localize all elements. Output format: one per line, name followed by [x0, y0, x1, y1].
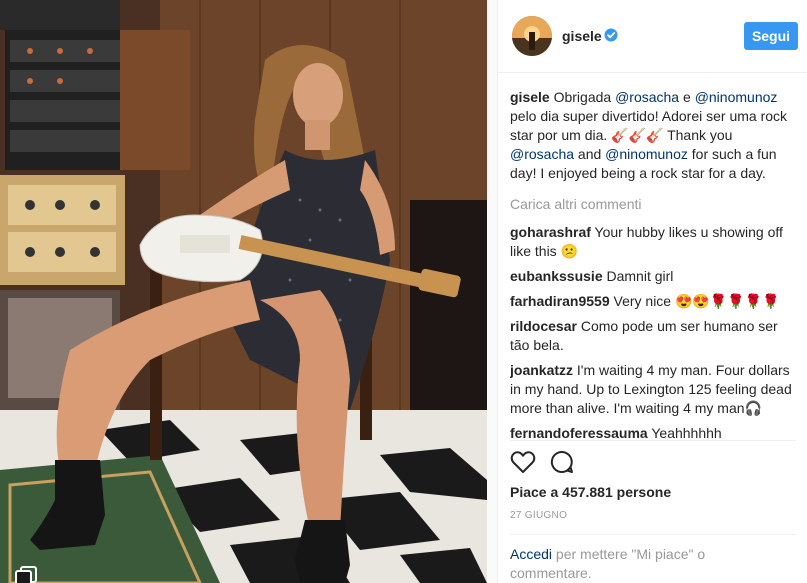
- caption-text-2: e: [679, 89, 695, 105]
- divider: [510, 440, 796, 441]
- post-date: 27 GIUGNO: [510, 510, 568, 521]
- comment-username[interactable]: eubankssusie: [510, 268, 603, 284]
- comment-bubble-icon[interactable]: [550, 450, 574, 474]
- photo-illustration: [0, 0, 487, 583]
- comment-text: Yeahhhhhh: [647, 425, 722, 440]
- list-item: farhadiran9559 Very nice 😍😍🌹🌹🌹🌹: [510, 292, 796, 311]
- mention-link[interactable]: @rosacha: [615, 89, 679, 105]
- post-photo[interactable]: [0, 0, 487, 583]
- follow-button[interactable]: Segui: [744, 22, 798, 50]
- mention-link[interactable]: @ninomunoz: [695, 89, 778, 105]
- caption-text-1: Obrigada: [549, 89, 616, 105]
- mention-link[interactable]: @rosacha: [510, 146, 574, 162]
- heart-icon[interactable]: [510, 450, 536, 474]
- caption-text-4: and: [574, 146, 606, 162]
- comments-list: gisele Obrigada @rosacha e @ninomunoz pe…: [510, 88, 796, 440]
- caption: gisele Obrigada @rosacha e @ninomunoz pe…: [510, 88, 796, 183]
- post-sidebar: gisele Segui gisele Obrigada @rosacha e …: [497, 0, 807, 583]
- list-item: rildocesar Como pode um ser humano ser t…: [510, 317, 796, 355]
- avatar[interactable]: [512, 16, 552, 56]
- mention-link[interactable]: @ninomunoz: [605, 146, 688, 162]
- comment-username[interactable]: goharashraf: [510, 224, 591, 240]
- list-item: eubankssusie Damnit girl: [510, 267, 796, 286]
- avatar-image: [512, 16, 552, 56]
- list-item: joankatzz I'm waiting 4 my man. Four dol…: [510, 361, 796, 418]
- comment-text: Damnit girl: [602, 268, 674, 284]
- comment-username[interactable]: farhadiran9559: [510, 293, 610, 309]
- header-username[interactable]: gisele: [562, 28, 602, 44]
- verified-badge-icon: [604, 28, 618, 42]
- comment-text: Very nice 😍😍🌹🌹🌹🌹: [609, 293, 780, 309]
- login-prompt: Accedi per mettere "Mi piace" o commenta…: [510, 545, 730, 583]
- likes-count[interactable]: Piace a 457.881 persone: [510, 484, 671, 500]
- list-item: fernandoferessauma Yeahhhhhh: [510, 424, 796, 440]
- caption-username[interactable]: gisele: [510, 89, 550, 105]
- load-more-comments[interactable]: Carica altri commenti: [510, 195, 796, 214]
- divider: [510, 534, 796, 535]
- comment-username[interactable]: fernandoferessauma: [510, 425, 648, 440]
- comment-username[interactable]: rildocesar: [510, 318, 577, 334]
- login-link[interactable]: Accedi: [510, 546, 552, 562]
- caption-text-3: pelo dia super divertido! Adorei ser uma…: [510, 108, 788, 143]
- list-item: goharashraf Your hubby likes u showing o…: [510, 223, 796, 261]
- post-header: gisele Segui: [498, 0, 807, 73]
- comment-username[interactable]: joankatzz: [510, 362, 573, 378]
- multiple-photos-icon: [14, 565, 38, 583]
